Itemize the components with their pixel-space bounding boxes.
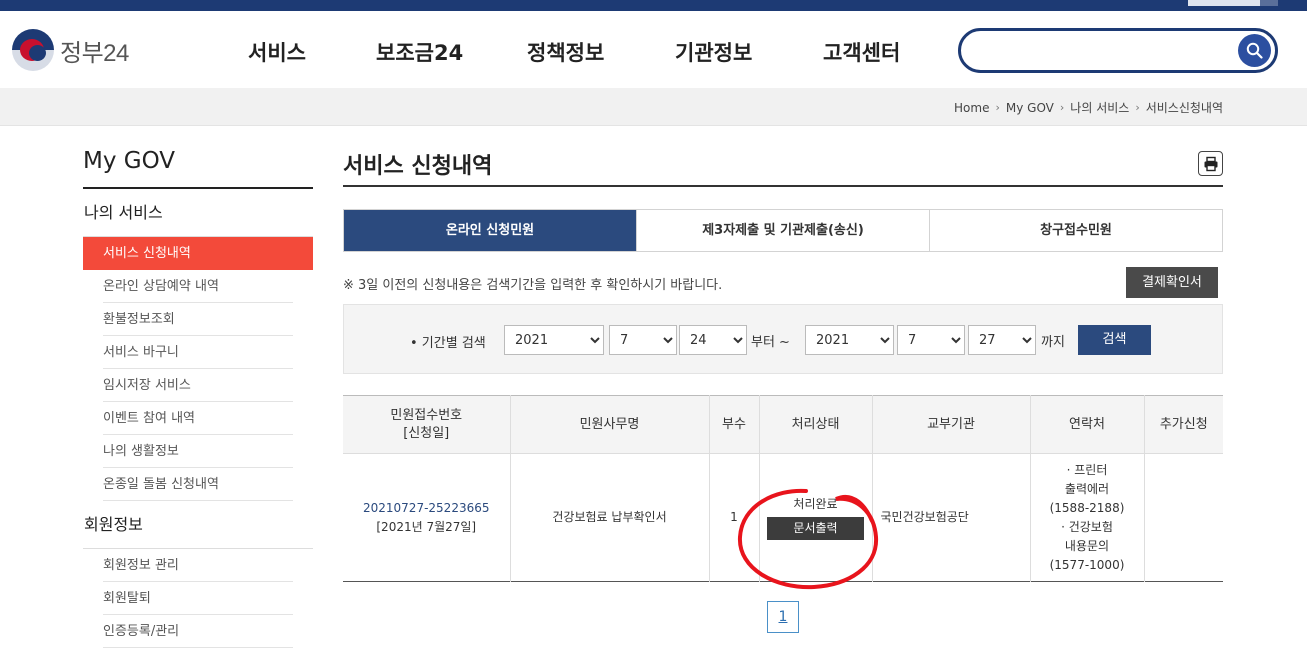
search-icon: [1246, 42, 1263, 59]
sidebar-item-childcare[interactable]: 온종일 돌봄 신청내역: [103, 468, 293, 501]
cell-service-name: 건강보험료 납부확인서: [509, 453, 709, 582]
header-receipt-no-line1: 민원접수번호: [390, 407, 463, 423]
nav-subsidy[interactable]: 보조금24: [376, 37, 463, 67]
sidebar-group-member-info[interactable]: 회원정보: [83, 501, 313, 549]
contact-line: (1588-2188): [1049, 500, 1125, 515]
header-extra: 추가신청: [1143, 395, 1223, 454]
sidebar-item-events[interactable]: 이벤트 참여 내역: [103, 402, 293, 435]
status-text: 처리완료: [793, 497, 838, 511]
chevron-right-icon: ›: [1059, 101, 1065, 114]
application-table: 민원접수번호 [신청일] 민원사무명 부수 처리상태 교부기관 연락처 추가신청…: [343, 395, 1223, 582]
from-day-select[interactable]: 24: [679, 325, 747, 355]
sidebar-item-member-manage[interactable]: 회원정보 관리: [103, 549, 293, 582]
sidebar-item-temp-saved[interactable]: 임시저장 서비스: [103, 369, 293, 402]
header-status: 처리상태: [758, 395, 872, 454]
cell-status: 처리완료 문서출력: [758, 453, 872, 582]
to-day-select[interactable]: 27: [968, 325, 1036, 355]
sidebar-title: My GOV: [83, 148, 313, 189]
nav-agency[interactable]: 기관정보: [675, 37, 752, 67]
sidebar-item-withdraw[interactable]: 회원탈퇴: [103, 582, 293, 615]
to-year-select[interactable]: 2021: [805, 325, 894, 355]
site-logo[interactable]: 정부24: [12, 28, 142, 72]
search-button[interactable]: [1238, 34, 1271, 67]
nav-policy[interactable]: 정책정보: [527, 37, 604, 67]
breadcrumb: Home › My GOV › 나의 서비스 › 서비스신청내역: [954, 99, 1223, 116]
header-contact: 연락처: [1029, 395, 1144, 454]
logo-text: 정부24: [60, 39, 129, 67]
zoom-in-icon[interactable]: [1260, 0, 1278, 6]
from-month-select[interactable]: 7: [609, 325, 677, 355]
tab-third-party-submission[interactable]: 제3자제출 및 기관제출(송신): [636, 210, 929, 251]
printer-icon: [1204, 156, 1218, 172]
cell-agency: 국민건강보험공단: [871, 453, 1030, 582]
cell-contact: · 프린터 출력에러 (1588-2188) · 건강보험 내용문의 (1577…: [1029, 453, 1144, 582]
from-year-select[interactable]: 2021: [504, 325, 604, 355]
government-emblem-icon: [12, 29, 54, 71]
contact-line: · 프린터: [1066, 462, 1108, 477]
header-receipt-no: 민원접수번호 [신청일]: [343, 395, 510, 454]
page-title: 서비스 신청내역: [343, 154, 493, 179]
from-suffix: 부터 ~: [751, 335, 790, 350]
contact-line: (1577-1000): [1049, 557, 1125, 572]
breadcrumb-my-services[interactable]: 나의 서비스: [1070, 99, 1129, 116]
sidebar-item-consult-reservation[interactable]: 온라인 상담예약 내역: [103, 270, 293, 303]
chevron-right-icon: ›: [995, 101, 1000, 114]
contact-line: · 건강보험: [1061, 519, 1113, 534]
period-filter: • 기간별 검색 2021 7 24 부터 ~ 2021 7 27 까지 검색: [343, 304, 1223, 374]
application-date: [2021년 7월27일]: [376, 519, 477, 534]
header-receipt-no-line2: [신청일]: [403, 425, 450, 441]
tab-counter-applications[interactable]: 창구접수민원: [929, 210, 1222, 251]
search-input[interactable]: [975, 39, 1235, 63]
tab-list: 온라인 신청민원 제3자제출 및 기관제출(송신) 창구접수민원: [343, 209, 1223, 252]
document-print-button[interactable]: 문서출력: [767, 517, 864, 540]
pagination-current-page[interactable]: 1: [767, 601, 799, 633]
payment-confirmation-button[interactable]: 결제확인서: [1126, 267, 1218, 298]
sidebar-item-certificate[interactable]: 인증등록/관리: [103, 615, 293, 648]
header-copies: 부수: [708, 395, 759, 454]
nav-services[interactable]: 서비스: [248, 37, 306, 67]
top-utility-bar: [0, 0, 1307, 11]
title-divider: [343, 185, 1223, 187]
breadcrumb-home[interactable]: Home: [954, 101, 989, 115]
sidebar-group-my-services[interactable]: 나의 서비스: [83, 189, 313, 237]
print-button[interactable]: [1198, 151, 1223, 176]
chevron-right-icon: ›: [1135, 101, 1140, 114]
site-header: 정부24 서비스 보조금24 정책정보 기관정보 고객센터: [0, 11, 1307, 88]
sidebar-item-life-info[interactable]: 나의 생활정보: [103, 435, 293, 468]
period-filter-label: • 기간별 검색: [410, 336, 486, 351]
contact-line: 출력에러: [1064, 481, 1110, 496]
breadcrumb-current: 서비스신청내역: [1145, 101, 1223, 115]
to-month-select[interactable]: 7: [897, 325, 965, 355]
search-period-button[interactable]: 검색: [1078, 325, 1151, 355]
search-box: [958, 28, 1278, 73]
sidebar-item-basket[interactable]: 서비스 바구니: [103, 336, 293, 369]
tab-online-applications[interactable]: 온라인 신청민원: [344, 210, 636, 251]
search-period-notice: ※ 3일 이전의 신청내용은 검색기간을 입력한 후 확인하시기 바랍니다.: [343, 278, 723, 293]
cell-receipt: 20210727-25223665 [2021년 7월27일]: [343, 454, 510, 582]
contact-line: 내용문의: [1064, 538, 1110, 553]
breadcrumb-mygov[interactable]: My GOV: [1006, 101, 1054, 115]
receipt-number-link[interactable]: 20210727-25223665: [343, 499, 510, 518]
sidebar-item-service-history[interactable]: 서비스 신청내역: [83, 237, 313, 270]
table-header-row: 민원접수번호 [신청일] 민원사무명 부수 처리상태 교부기관 연락처 추가신청: [343, 395, 1223, 454]
breadcrumb-bar: Home › My GOV › 나의 서비스 › 서비스신청내역: [0, 88, 1307, 126]
table-row: 20210727-25223665 [2021년 7월27일] 건강보험료 납부…: [343, 453, 1223, 582]
header-agency: 교부기관: [871, 395, 1030, 454]
cell-extra: [1143, 453, 1223, 582]
sidebar-item-refund[interactable]: 환불정보조회: [103, 303, 293, 336]
cell-copies: 1: [708, 453, 759, 582]
to-suffix: 까지: [1041, 335, 1065, 350]
sidebar: My GOV 나의 서비스 서비스 신청내역 온라인 상담예약 내역 환불정보조…: [83, 148, 313, 648]
header-service-name: 민원사무명: [509, 395, 709, 454]
nav-customer-center[interactable]: 고객센터: [823, 37, 900, 67]
